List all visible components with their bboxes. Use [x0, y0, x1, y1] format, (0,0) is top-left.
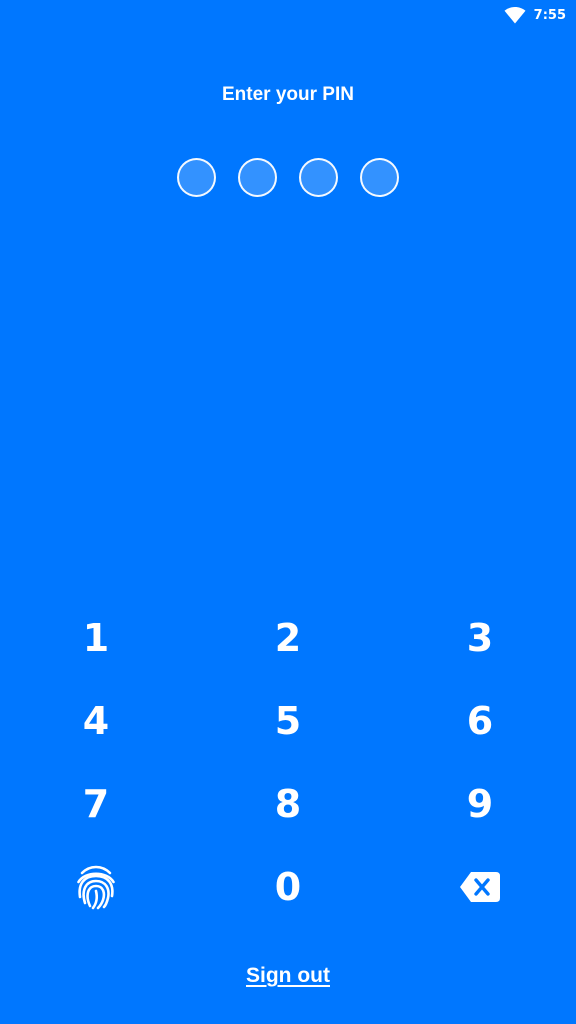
key-6[interactable]: 6: [384, 679, 576, 762]
keypad: 1 2 3 4 5 6 7 8 9 0: [0, 596, 576, 928]
key-5[interactable]: 5: [192, 679, 384, 762]
key-3[interactable]: 3: [384, 596, 576, 679]
pin-dots: [0, 158, 576, 197]
fingerprint-button[interactable]: [0, 845, 192, 928]
key-2[interactable]: 2: [192, 596, 384, 679]
wifi-icon: [504, 6, 526, 24]
key-1[interactable]: 1: [0, 596, 192, 679]
key-4[interactable]: 4: [0, 679, 192, 762]
fingerprint-icon: [76, 864, 116, 910]
pin-dot: [360, 158, 399, 197]
key-8[interactable]: 8: [192, 762, 384, 845]
key-9[interactable]: 9: [384, 762, 576, 845]
backspace-icon: [460, 871, 500, 902]
delete-button[interactable]: [384, 845, 576, 928]
key-0[interactable]: 0: [192, 845, 384, 928]
status-time: 7:55: [533, 7, 566, 23]
status-bar: 7:55: [504, 0, 566, 30]
pin-dot: [299, 158, 338, 197]
pin-dot: [238, 158, 277, 197]
pin-dot: [177, 158, 216, 197]
page-title: Enter your PIN: [222, 84, 354, 105]
key-7[interactable]: 7: [0, 762, 192, 845]
sign-out-link[interactable]: Sign out: [0, 964, 576, 988]
